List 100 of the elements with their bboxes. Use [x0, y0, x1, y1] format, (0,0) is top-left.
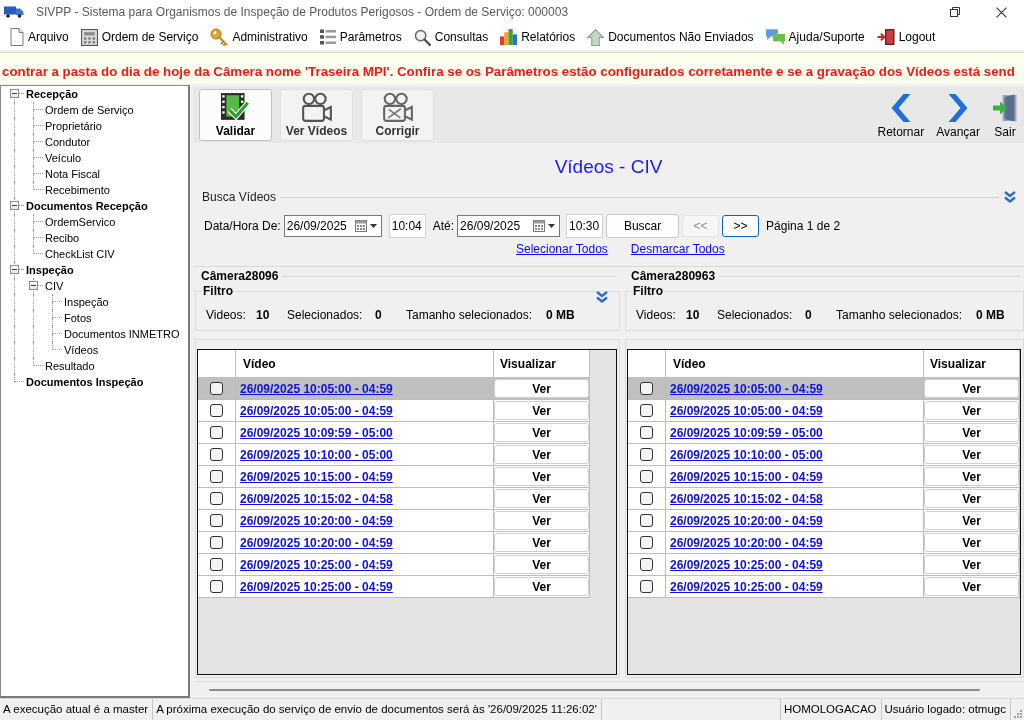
column-header: Visualizar	[930, 356, 986, 371]
menu-item[interactable]: Parâmetros	[313, 25, 408, 49]
calculator-icon	[80, 28, 98, 46]
pager-button[interactable]: >>	[722, 215, 760, 237]
double-chevron-icon[interactable]	[595, 290, 609, 304]
checkbox[interactable]	[640, 536, 653, 549]
checkbox[interactable]	[210, 536, 223, 549]
collapse-icon[interactable]	[29, 281, 38, 290]
nav-button[interactable]: Avançar	[934, 93, 982, 139]
checkbox[interactable]	[640, 580, 653, 593]
checkbox[interactable]	[210, 470, 223, 483]
tree-item[interactable]: CIV	[43, 280, 64, 292]
tree-item[interactable]: Inspeção	[62, 296, 109, 308]
checkbox[interactable]	[640, 514, 653, 527]
view-button[interactable]: Ver	[924, 489, 1019, 508]
checkbox[interactable]	[210, 514, 223, 527]
tree-item[interactable]: Inspeção	[24, 264, 74, 276]
view-button[interactable]: Ver	[924, 467, 1019, 486]
nav-button[interactable]: Sair	[990, 93, 1020, 139]
view-button[interactable]: Ver	[924, 555, 1019, 574]
view-button[interactable]: Ver	[494, 445, 589, 464]
collapse-icon[interactable]	[10, 265, 19, 274]
field-label: Data/Hora De:	[204, 219, 281, 233]
date-field[interactable]: 26/09/2025	[283, 215, 382, 237]
view-button[interactable]: Ver	[494, 577, 589, 596]
close-icon	[995, 6, 1007, 18]
checkbox[interactable]	[210, 404, 223, 417]
tree-item[interactable]: Ordem de Serviço	[43, 104, 134, 116]
tree-item[interactable]: Resultado	[43, 360, 95, 372]
link[interactable]: Selecionar Todos	[516, 242, 608, 256]
tree-item[interactable]: Veículo	[43, 152, 82, 164]
menu-item[interactable]: Documentos Não Enviados	[581, 25, 760, 49]
tree-item[interactable]: Vídeos	[62, 344, 99, 356]
view-button[interactable]: Ver	[924, 533, 1019, 552]
tree-item[interactable]: Nota Fiscal	[43, 168, 101, 180]
collapse-icon[interactable]	[10, 89, 19, 98]
menu-item[interactable]: Ordem de Serviço	[74, 25, 205, 49]
checkbox[interactable]	[210, 448, 223, 461]
view-button[interactable]: Ver	[494, 423, 589, 442]
view-button[interactable]: Ver	[924, 423, 1019, 442]
menu-item[interactable]: Ajuda/Suporte	[759, 25, 871, 49]
tree-item[interactable]: Documentos Inspeção	[24, 376, 144, 388]
resize-grip-icon[interactable]	[1013, 709, 1022, 718]
time-field[interactable]: 10:04	[388, 214, 426, 238]
checkbox[interactable]	[640, 448, 653, 461]
stat-value: 0 MB	[546, 308, 576, 322]
chat-bubbles-icon	[765, 29, 785, 45]
time-field[interactable]: 10:30	[566, 214, 604, 238]
menu-item[interactable]: Consultas	[407, 25, 495, 49]
checkbox[interactable]	[210, 426, 223, 439]
checkbox[interactable]	[210, 492, 223, 505]
view-button[interactable]: Ver	[924, 379, 1019, 398]
toolbar-button[interactable]: Ver Vídeos	[280, 89, 353, 141]
tree-item[interactable]: OrdemServico	[43, 216, 116, 228]
view-button[interactable]: Ver	[494, 379, 589, 398]
tree-item[interactable]: Documentos INMETRO	[62, 328, 180, 340]
toolbar-button[interactable]: Validar	[199, 89, 272, 141]
camera-title: Câmera28096	[201, 269, 279, 283]
menu-item[interactable]: Logout	[870, 25, 942, 49]
checkbox[interactable]	[640, 492, 653, 505]
double-chevron-icon[interactable]	[1003, 190, 1017, 204]
checkbox[interactable]	[640, 558, 653, 571]
view-button[interactable]: Ver	[924, 445, 1019, 464]
checkbox[interactable]	[640, 404, 653, 417]
stat-value: 10	[686, 308, 701, 322]
tree-item[interactable]: Proprietário	[43, 120, 102, 132]
tree-item[interactable]: Recibo	[43, 232, 80, 244]
menu-item[interactable]: Administrativo	[204, 25, 314, 49]
checkbox[interactable]	[640, 382, 653, 395]
stat-label: Videos:	[636, 308, 677, 322]
tree-item[interactable]: Condutor	[43, 136, 91, 148]
menu-item[interactable]: Arquivo	[4, 25, 75, 49]
link[interactable]: Desmarcar Todos	[630, 242, 725, 256]
view-button[interactable]: Ver	[924, 577, 1019, 596]
field-label: Até:	[432, 219, 455, 233]
date-field[interactable]: 26/09/2025	[457, 215, 561, 237]
tree-item[interactable]: Recebimento	[43, 184, 110, 196]
tree-item[interactable]: Fotos	[62, 312, 92, 324]
search-button[interactable]: Buscar	[606, 214, 680, 238]
horizontal-scrollbar[interactable]	[209, 689, 980, 691]
view-button[interactable]: Ver	[494, 555, 589, 574]
toolbar-button[interactable]: Corrigir	[361, 89, 434, 141]
checkbox[interactable]	[210, 382, 223, 395]
view-button[interactable]: Ver	[494, 489, 589, 508]
view-button[interactable]: Ver	[494, 533, 589, 552]
menu-item[interactable]: Relatórios	[494, 25, 582, 49]
tree-item[interactable]: Recepção	[24, 88, 78, 100]
view-button[interactable]: Ver	[494, 401, 589, 420]
checkbox[interactable]	[210, 558, 223, 571]
collapse-icon[interactable]	[10, 201, 19, 210]
view-button[interactable]: Ver	[494, 511, 589, 530]
view-button[interactable]: Ver	[494, 467, 589, 486]
checkbox[interactable]	[640, 470, 653, 483]
checkbox[interactable]	[210, 580, 223, 593]
view-button[interactable]: Ver	[924, 511, 1019, 530]
nav-button[interactable]: Retornar	[875, 93, 927, 139]
view-button[interactable]: Ver	[924, 401, 1019, 420]
tree-item[interactable]: Documentos Recepção	[24, 200, 148, 212]
checkbox[interactable]	[640, 426, 653, 439]
tree-item[interactable]: CheckList CIV	[43, 248, 115, 260]
